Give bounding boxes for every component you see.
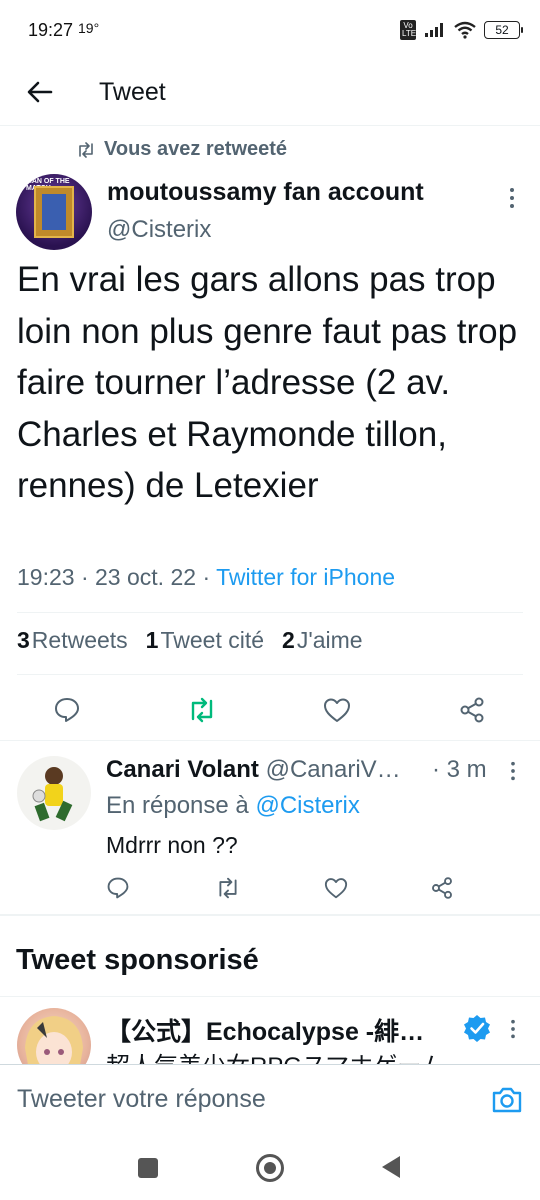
avatar[interactable]: MAN OF THE MATCH: [16, 174, 92, 250]
page-title: Tweet: [99, 78, 166, 106]
avatar[interactable]: [17, 756, 91, 830]
reply-text: Mdrrr non ??: [106, 832, 238, 858]
verified-badge-icon: [464, 1015, 490, 1042]
meta-separator: ·: [80, 564, 96, 590]
quotes-stat[interactable]: 1Tweet cité: [146, 627, 264, 654]
tweet-meta: 19:23 · 23 oct. 22 · Twitter for iPhone: [17, 564, 395, 591]
sponsored-section-title: Tweet sponsorisé: [16, 944, 259, 976]
reply-composer: Tweeter votre réponse: [0, 1064, 540, 1140]
tweet-source-link[interactable]: Twitter for iPhone: [216, 564, 395, 590]
status-time: 19:27: [28, 20, 74, 40]
share-button[interactable]: [456, 694, 488, 726]
reply-author-handle[interactable]: @CanariV…: [266, 756, 401, 783]
reply-button[interactable]: [102, 872, 134, 904]
divider: [0, 740, 540, 741]
arrow-left-icon: [27, 81, 53, 103]
reply-author-name[interactable]: Canari Volant: [106, 756, 259, 783]
author-handle[interactable]: @Cisterix: [107, 216, 211, 244]
retweet-icon: [219, 877, 237, 899]
tweet-text: En vrai les gars allons pas trop loin no…: [17, 260, 518, 505]
share-icon: [432, 877, 452, 899]
divider: [17, 612, 523, 613]
retweet-button[interactable]: [212, 872, 244, 904]
meta-separator: ·: [202, 564, 217, 590]
retweet-icon: [79, 141, 93, 158]
tweet-date: 23 oct. 22: [95, 564, 197, 590]
camera-icon[interactable]: [490, 1083, 524, 1117]
system-navigation-bar: [0, 1140, 540, 1200]
reply-to-mention[interactable]: @Cisterix: [255, 792, 359, 819]
share-button[interactable]: [426, 872, 458, 904]
battery-indicator: 52: [484, 21, 523, 39]
divider: [17, 674, 523, 675]
reply-time: · 3 m: [432, 756, 487, 783]
reply-to-line: En réponse à @Cisterix: [106, 792, 360, 820]
avatar-image: [32, 767, 73, 822]
volte-icon: Vo LTE: [400, 20, 417, 40]
like-button[interactable]: [321, 694, 353, 726]
status-indicators: Vo LTE 52: [400, 20, 523, 40]
home-button[interactable]: [256, 1154, 284, 1182]
author-name[interactable]: moutoussamy fan account: [107, 178, 424, 207]
share-icon: [460, 697, 484, 723]
reply-icon: [55, 698, 79, 722]
reply-to-label: En réponse à: [106, 792, 249, 819]
sponsored-author-name[interactable]: 【公式】Echocalypse -緋…: [106, 1012, 456, 1048]
retweet-icon: [191, 697, 213, 723]
avatar-frame: [34, 186, 74, 238]
header: Tweet: [0, 64, 540, 126]
section-divider: [0, 914, 540, 916]
reply-icon: [107, 877, 129, 899]
tweet-stats: 3Retweets 1Tweet cité 2J'aime: [17, 627, 363, 654]
signal-icon: [425, 23, 443, 37]
retweets-stat[interactable]: 3Retweets: [17, 627, 128, 654]
reply-actions: [0, 872, 540, 904]
status-bar: 19:27 19° Vo LTE 52: [0, 0, 540, 64]
system-back-button[interactable]: [382, 1156, 400, 1178]
tweet-actions: [0, 688, 540, 732]
back-button[interactable]: [22, 74, 58, 110]
retweet-notice: Vous avez retweeté: [76, 138, 287, 161]
more-options-icon[interactable]: [502, 760, 524, 782]
tweet-time: 19:23: [17, 564, 75, 590]
more-options-icon[interactable]: [500, 186, 524, 210]
heart-icon: [324, 878, 348, 899]
divider: [0, 996, 540, 997]
reply-button[interactable]: [51, 694, 83, 726]
heart-icon: [324, 698, 350, 722]
wifi-icon: [454, 21, 476, 39]
retweet-button[interactable]: [186, 694, 218, 726]
like-button[interactable]: [320, 872, 352, 904]
more-options-icon[interactable]: [502, 1018, 524, 1040]
reply-input[interactable]: Tweeter votre réponse: [17, 1085, 266, 1114]
retweet-notice-label: Vous avez retweeté: [104, 138, 288, 160]
recent-apps-button[interactable]: [138, 1158, 158, 1178]
likes-stat[interactable]: 2J'aime: [282, 627, 363, 654]
status-temperature: 19°: [78, 20, 100, 36]
